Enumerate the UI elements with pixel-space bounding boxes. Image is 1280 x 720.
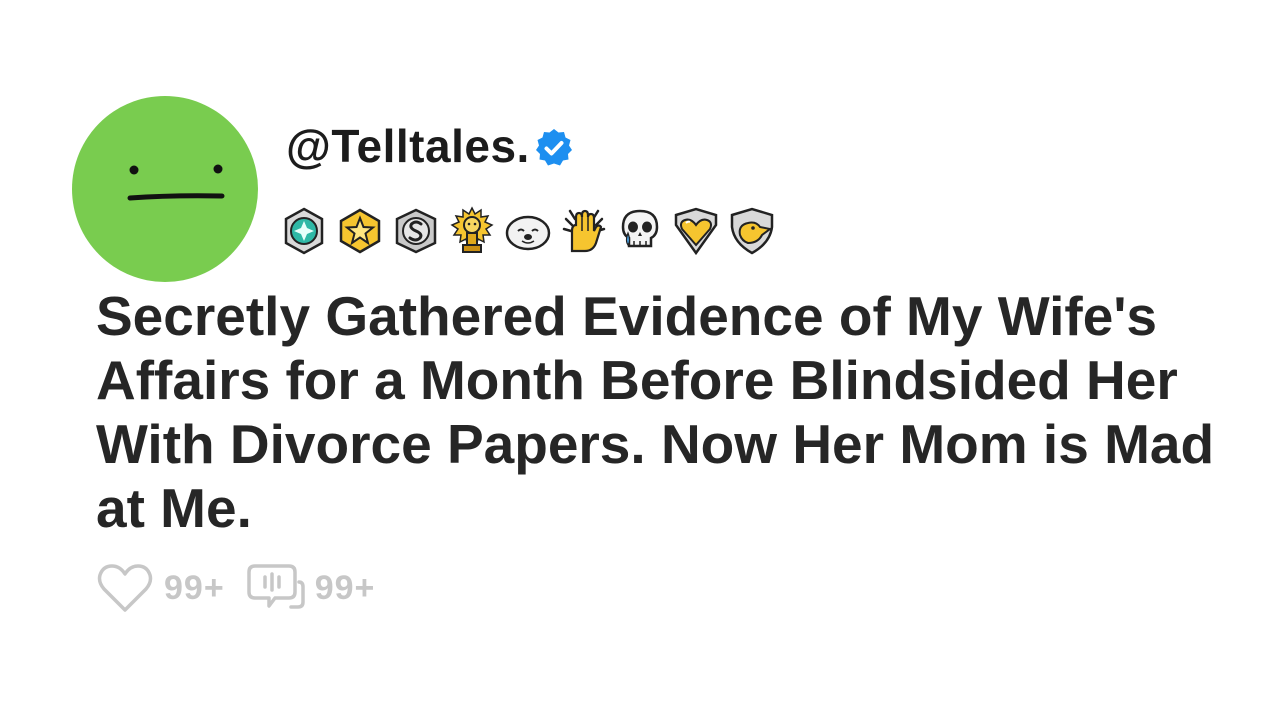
- avatar[interactable]: [72, 96, 258, 282]
- post-stats: 99+ 99+: [96, 560, 395, 616]
- neutral-face-icon: [127, 164, 225, 201]
- seal-emoji-award-icon[interactable]: [502, 205, 554, 257]
- heart-icon[interactable]: [96, 561, 154, 615]
- gold-heart-badge-award-icon[interactable]: [670, 205, 722, 257]
- verified-badge-icon: [535, 129, 572, 166]
- post-title[interactable]: Secretly Gathered Evidence of My Wife's …: [96, 284, 1246, 540]
- comment-icon[interactable]: [245, 560, 305, 616]
- comments-count: 99+: [314, 568, 376, 607]
- high-five-hands-award-icon[interactable]: [558, 205, 610, 257]
- username[interactable]: @Telltales.: [286, 119, 530, 173]
- duck-shield-award-icon[interactable]: [726, 205, 778, 257]
- diamond-gem-award-icon[interactable]: [278, 205, 330, 257]
- silver-s-award-icon[interactable]: [390, 205, 442, 257]
- golden-trophy-award-icon[interactable]: [446, 205, 498, 257]
- username-row: @Telltales.: [286, 118, 576, 174]
- awards-row: [278, 205, 778, 257]
- likes-count: 99+: [164, 568, 225, 607]
- gold-star-award-icon[interactable]: [334, 205, 386, 257]
- crying-skull-award-icon[interactable]: [614, 205, 666, 257]
